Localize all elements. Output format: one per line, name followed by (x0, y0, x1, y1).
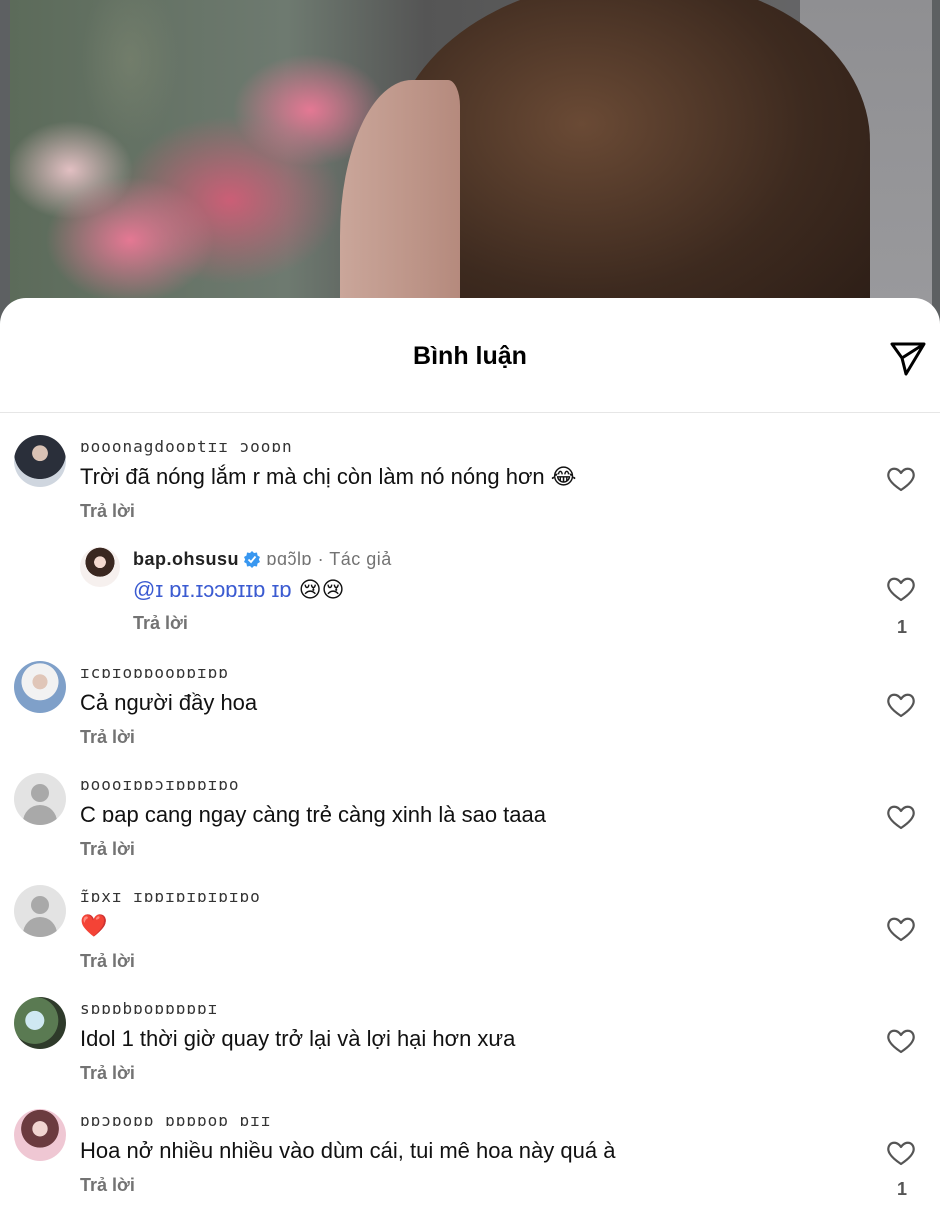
comment-text: Hoa nở nhiều nhiều vào dùm cái, tui mê h… (80, 1138, 616, 1163)
heart-icon[interactable] (886, 691, 916, 719)
avatar-body (23, 805, 57, 825)
author-username[interactable]: bap.ohsusu ɒɑɔ̃lɒ · Tác giả (133, 549, 392, 570)
comment-username[interactable]: sɒɒɒbɒoɒɒɒɒɒɪ (80, 999, 218, 1018)
reply-button[interactable]: Trả lời (80, 839, 135, 860)
video-person-hair (390, 0, 870, 330)
heart-icon[interactable] (886, 575, 916, 603)
avatar[interactable] (14, 435, 66, 487)
comment-username[interactable]: ɒɒɔɒoɒɒ ɒɒɒɒoɒ ɒɪɪ (80, 1111, 271, 1130)
comments-header: Bình luận (0, 298, 940, 413)
author-meta-extra: ɒɑɔ̃lɒ (266, 549, 313, 569)
comment-username[interactable]: ɒoooɪɒɒɔɪɒɒɒɪɒo (80, 775, 240, 794)
comment-username[interactable]: ɪcɒɪoɒɒooɒɒɪɒɒ (80, 663, 229, 682)
video-background (0, 0, 940, 330)
comment-text: Cả người đầy hoa (80, 690, 258, 715)
avatar-head (31, 784, 49, 802)
heart-icon[interactable] (886, 915, 916, 943)
reply-emojis: 😢😢 (291, 578, 345, 603)
reply-button[interactable]: Trả lời (80, 1175, 135, 1196)
comments-sheet: Bình luận ɒooonagdooɒtɪɪ ɔooɒn Trời đã n… (0, 298, 940, 1213)
comment-username[interactable]: ɪ̃ɒxɪ ɪɒɒɪɒɪɒɪɒɪɒo (80, 887, 261, 906)
heart-icon[interactable] (886, 465, 916, 493)
reply-button[interactable]: Trả lời (133, 613, 188, 634)
reply-button[interactable]: Trả lời (80, 1063, 135, 1084)
reply-button[interactable]: Trả lời (80, 501, 135, 522)
comment-text: C ɒap cang ngay càng trẻ càng xinh là sa… (80, 802, 546, 827)
default-avatar-icon[interactable] (14, 773, 66, 825)
avatar[interactable] (14, 1109, 66, 1161)
like-count: 1 (896, 1179, 907, 1199)
author-reply-text: @ɪ ɒɪ.ɪɔɔɒɪɪɒ ɪɒ 😢😢 (133, 577, 344, 603)
mention-link[interactable]: @ɪ ɒɪ.ɪɔɔɒɪɪɒ ɪɒ (133, 577, 292, 602)
like-count: 1 (896, 617, 907, 637)
avatar[interactable] (14, 661, 66, 713)
default-avatar-icon[interactable] (14, 885, 66, 937)
reply-button[interactable]: Trả lời (80, 951, 135, 972)
comments-title: Bình luận (413, 342, 527, 370)
comment-text: ❤️ (80, 914, 108, 939)
heart-icon[interactable] (886, 1027, 916, 1055)
verified-badge-icon (244, 551, 261, 568)
heart-icon[interactable] (886, 803, 916, 831)
comment-username[interactable]: ɒooonagdooɒtɪɪ ɔooɒn (80, 437, 293, 456)
reply-button[interactable]: Trả lời (80, 727, 135, 748)
avatar[interactable] (14, 997, 66, 1049)
author-username-text: bap.ohsusu (133, 549, 240, 569)
avatar-body (23, 917, 57, 937)
paper-plane-icon[interactable] (888, 338, 928, 378)
author-avatar[interactable] (80, 547, 120, 587)
heart-icon[interactable] (886, 1139, 916, 1167)
comment-text: Idol 1 thời giờ quay trở lại và lợi hại … (80, 1026, 516, 1051)
comment-text: Trời đã nóng lắm r mà chị còn làm nó nón… (80, 464, 577, 489)
author-tag: · Tác giả (312, 549, 392, 569)
avatar-head (31, 896, 49, 914)
